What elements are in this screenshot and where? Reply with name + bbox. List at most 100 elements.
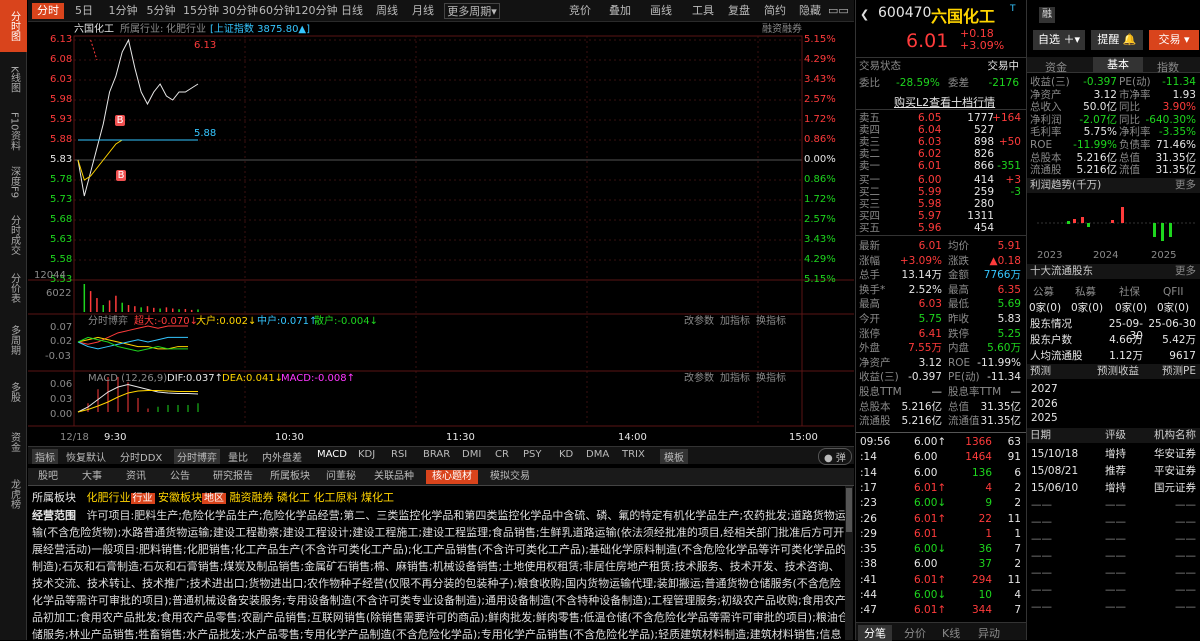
info-tab[interactable]: 股吧: [38, 470, 58, 484]
indicator-tab[interactable]: PSY: [523, 449, 542, 460]
sidebar-dragon-tiger[interactable]: 龙虎榜: [0, 468, 27, 520]
sector-tag[interactable]: 化肥行业: [87, 491, 131, 504]
info-tab[interactable]: 所属板块: [270, 470, 310, 484]
trade-price: 6.00↓: [914, 497, 947, 510]
indicator-tab[interactable]: 分时博弈: [174, 449, 220, 464]
period-1min[interactable]: 1分钟: [106, 3, 140, 19]
macd-swap-indicator[interactable]: 换指标: [756, 373, 786, 384]
indicator-tab[interactable]: 恢复默认: [66, 449, 106, 464]
alert-button[interactable]: 提醒 🔔: [1091, 30, 1143, 50]
indicator-tab[interactable]: 分时DDX: [120, 449, 162, 464]
period-30min[interactable]: 30分钟: [220, 3, 260, 19]
trades-tab[interactable]: 分价: [904, 625, 926, 641]
macd-value: MACD:-0.008↑: [281, 373, 355, 384]
indicator-tab[interactable]: 量比: [228, 449, 248, 464]
l2-promo-link[interactable]: 购买L2查看十档行情: [894, 94, 995, 110]
sector-tag[interactable]: 安徽板块: [158, 491, 202, 504]
indicator-tab[interactable]: DMI: [462, 449, 481, 460]
indicator-tab[interactable]: KD: [559, 449, 573, 460]
macd-add-indicator[interactable]: 加指标: [720, 373, 750, 384]
period-week[interactable]: 周线: [372, 3, 402, 19]
sidebar-price-table[interactable]: 分价表: [0, 264, 27, 312]
indicator-tab[interactable]: 内外盘差: [262, 449, 302, 464]
sidebar-fund[interactable]: 资金: [0, 418, 27, 466]
indicator-tab[interactable]: RSI: [391, 449, 407, 460]
simple-button[interactable]: 简约: [760, 3, 790, 19]
auction-button[interactable]: 竞价: [564, 3, 596, 19]
overlay-button[interactable]: 叠加: [604, 3, 636, 19]
flow-tick: 0.02: [50, 336, 73, 347]
info-tab[interactable]: 公告: [170, 470, 190, 484]
flow-add-indicator[interactable]: 加指标: [720, 316, 750, 327]
flow-swap-indicator[interactable]: 换指标: [756, 316, 786, 327]
hide-button[interactable]: 隐藏: [795, 3, 825, 19]
window-controls-icon[interactable]: ▭▭: [828, 3, 849, 19]
template-button[interactable]: 模板: [660, 449, 688, 464]
info-tab[interactable]: 模拟交易: [490, 470, 530, 484]
trades-tab[interactable]: 异动: [978, 625, 1000, 641]
period-15min[interactable]: 15分钟: [181, 3, 221, 19]
info-tab[interactable]: 关联品种: [374, 470, 414, 484]
sector-tag[interactable]: 化工原料: [314, 491, 358, 504]
indicator-tab[interactable]: TRIX: [622, 449, 645, 460]
sector-tag[interactable]: 煤化工: [361, 491, 394, 504]
buy-marker-icon[interactable]: B: [116, 170, 126, 181]
more-link[interactable]: 更多: [1175, 178, 1196, 193]
period-5day[interactable]: 5日: [68, 3, 100, 19]
stat-label: 最高: [948, 283, 969, 296]
info-tab[interactable]: 问董秘: [326, 470, 356, 484]
fund-tab-basic[interactable]: 基本: [1093, 57, 1143, 73]
info-tab[interactable]: 大事: [82, 470, 102, 484]
flow-adjust[interactable]: 改参数: [684, 316, 714, 327]
buy-marker-icon[interactable]: B: [115, 115, 125, 126]
sector-tag[interactable]: 磷化工: [277, 491, 310, 504]
sector-tag[interactable]: 融资融券: [230, 491, 274, 504]
timeshare-chart[interactable]: 六国化工 所属行业: 化肥行业 [上证指数 3875.80▲] 融资融券 6.1…: [28, 22, 854, 446]
info-tab[interactable]: 研究报告: [213, 470, 253, 484]
replay-button[interactable]: 复盘: [724, 3, 754, 19]
indicator-tab[interactable]: 指标: [32, 449, 58, 464]
back-arrow-icon[interactable]: ❮: [860, 8, 869, 21]
indicator-tab[interactable]: CR: [495, 449, 509, 460]
ask-volume: 1777: [967, 112, 994, 124]
trade-volume: 1366: [965, 436, 992, 448]
trades-tab[interactable]: 分笔: [858, 625, 892, 641]
indicator-tab[interactable]: MACD: [317, 449, 347, 460]
popup-toggle[interactable]: ● 弹: [818, 448, 852, 465]
indicator-tab[interactable]: DMA: [586, 449, 609, 460]
sidebar-multi-period[interactable]: 多周期: [0, 314, 27, 366]
sidebar-f10[interactable]: F10资料: [0, 106, 27, 156]
chart-index-label[interactable]: [上证指数 3875.80▲]: [210, 24, 310, 35]
period-5min[interactable]: 5分钟: [144, 3, 178, 19]
sidebar-timeshare[interactable]: 分时图: [0, 0, 27, 52]
draw-button[interactable]: 画线: [646, 3, 676, 19]
sidebar-depth[interactable]: 深度F9: [0, 158, 27, 206]
sidebar-multi-stock[interactable]: 多股: [0, 368, 27, 416]
add-watchlist-button[interactable]: 自选 ＋▾: [1033, 30, 1085, 50]
period-120min[interactable]: 120分钟: [293, 3, 339, 19]
fund-tab[interactable]: 资金: [1045, 59, 1067, 75]
t-badge: T: [1010, 4, 1016, 14]
period-day[interactable]: 日线: [337, 3, 367, 19]
indicator-tab[interactable]: BRAR: [423, 449, 450, 460]
info-tab-core[interactable]: 核心题材: [426, 470, 478, 484]
fund-tab[interactable]: 指数: [1157, 59, 1179, 75]
sidebar-trades[interactable]: 分时成交: [0, 208, 27, 262]
margin-tag[interactable]: 融: [1039, 7, 1055, 23]
info-tab[interactable]: 资讯: [126, 470, 146, 484]
more-link[interactable]: 更多: [1175, 264, 1196, 279]
trades-tab[interactable]: K线: [942, 625, 960, 641]
macd-adjust[interactable]: 改参数: [684, 373, 714, 384]
period-more[interactable]: 更多周期▾: [444, 3, 500, 19]
stat-row: 总股本 5.216亿 总值 31.35亿: [856, 401, 1025, 413]
period-month[interactable]: 月线: [408, 3, 438, 19]
chart-industry[interactable]: 化肥行业: [166, 24, 206, 35]
period-60min[interactable]: 60分钟: [257, 3, 297, 19]
info-scrollbar[interactable]: [845, 486, 853, 640]
period-timeshare[interactable]: 分时: [32, 3, 64, 19]
trade-button[interactable]: 交易 ▾: [1149, 30, 1199, 50]
sidebar-kline[interactable]: K线图: [0, 54, 27, 104]
indicator-tab[interactable]: KDJ: [358, 449, 375, 460]
tools-button[interactable]: 工具: [688, 3, 718, 19]
bid-row: 买二 5.99 259 -3: [856, 186, 1025, 198]
